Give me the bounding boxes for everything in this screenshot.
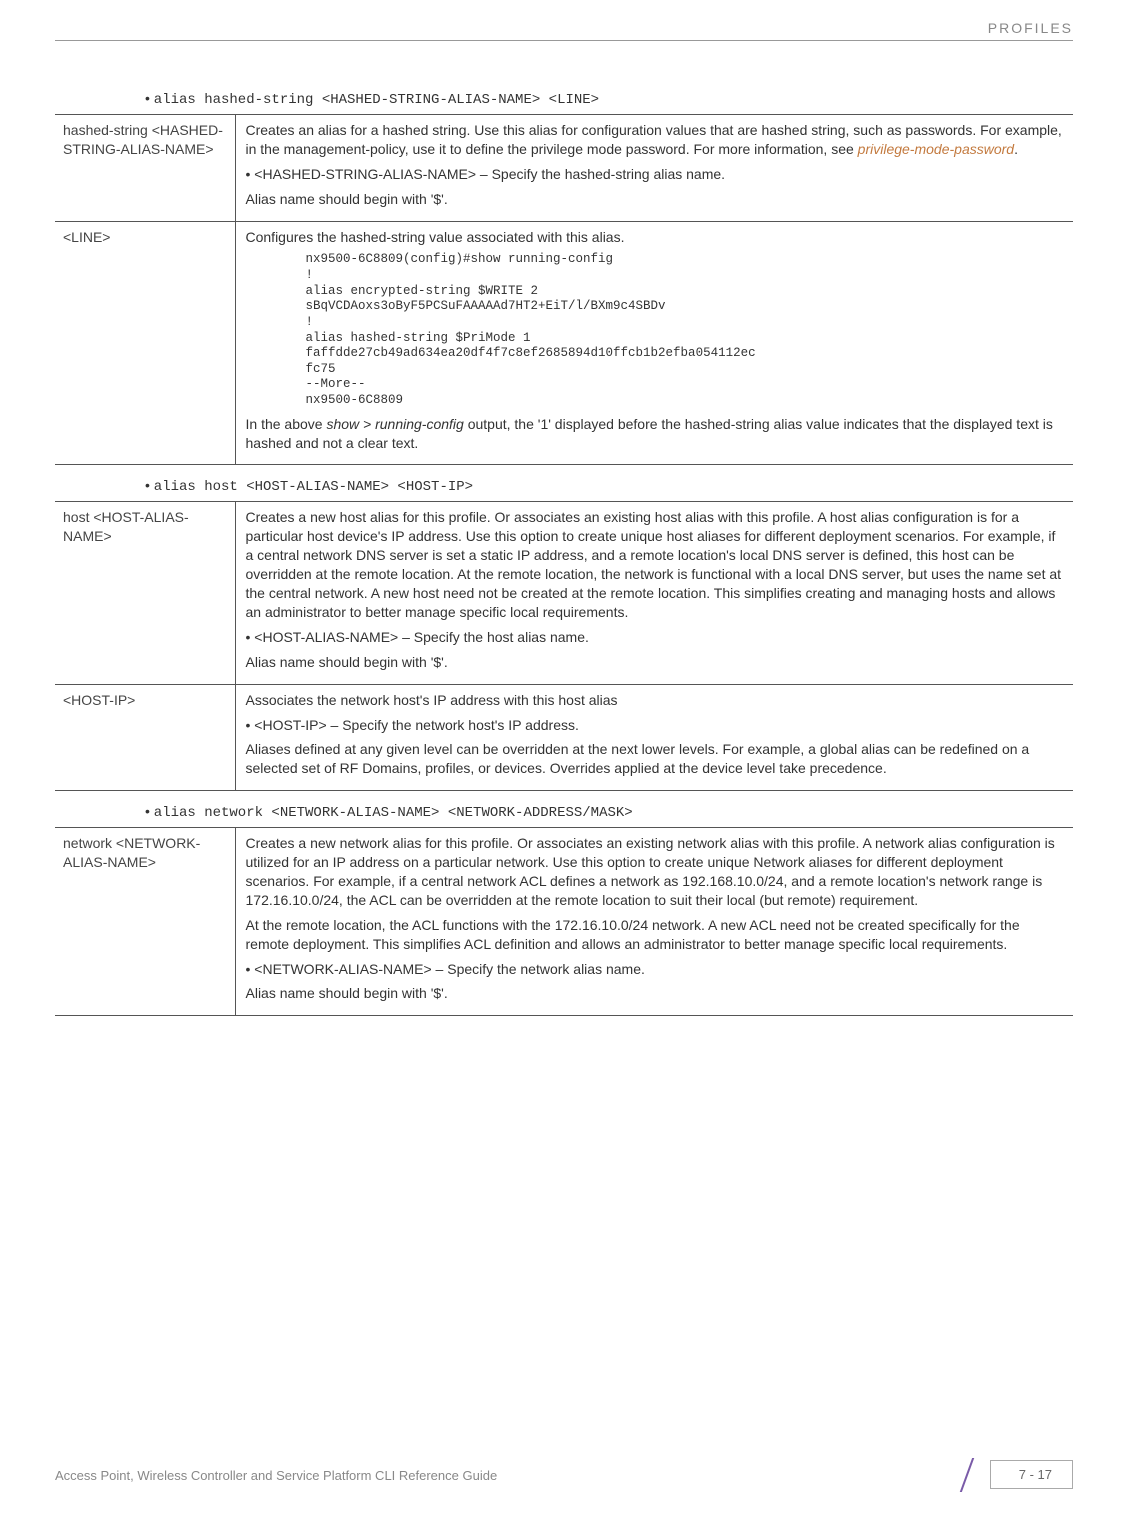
- list-item: <HASHED-STRING-ALIAS-NAME> – Specify the…: [246, 165, 1066, 184]
- table-row: <HOST-IP> Associates the network host's …: [55, 684, 1073, 791]
- desc-text: Alias name should begin with '$'.: [246, 190, 1066, 209]
- list-item: <HOST-IP> – Specify the network host's I…: [246, 716, 1066, 735]
- param-name: <LINE>: [55, 221, 235, 465]
- desc-text: Configures the hashed-string value assoc…: [246, 228, 1066, 247]
- table-host: host <HOST-ALIAS-NAME> Creates a new hos…: [55, 501, 1073, 791]
- footer-title: Access Point, Wireless Controller and Se…: [55, 1468, 497, 1483]
- param-name: network <NETWORK-ALIAS-NAME>: [55, 828, 235, 1016]
- param-desc: Creates an alias for a hashed string. Us…: [235, 115, 1073, 222]
- desc-text: At the remote location, the ACL function…: [246, 916, 1066, 954]
- syntax-bullet-network: alias network <NETWORK-ALIAS-NAME> <NETW…: [145, 803, 1073, 821]
- list-item: <HOST-ALIAS-NAME> – Specify the host ali…: [246, 628, 1066, 647]
- param-desc: Creates a new host alias for this profil…: [235, 502, 1073, 684]
- syntax-bullet-host: alias host <HOST-ALIAS-NAME> <HOST-IP>: [145, 477, 1073, 495]
- param-name: host <HOST-ALIAS-NAME>: [55, 502, 235, 684]
- code-sample: nx9500-6C8809(config)#show running-confi…: [306, 252, 1066, 408]
- table-row: network <NETWORK-ALIAS-NAME> Creates a n…: [55, 828, 1073, 1016]
- table-row: hashed-string <HASHED-STRING-ALIAS-NAME>…: [55, 115, 1073, 222]
- desc-text: In the above: [246, 416, 327, 432]
- desc-text: Aliases defined at any given level can b…: [246, 740, 1066, 778]
- desc-text: .: [1014, 141, 1018, 157]
- command-italic: show > running-config: [326, 416, 463, 432]
- footer-slash-icon: [958, 1458, 978, 1492]
- syntax-bullet-hashed: alias hashed-string <HASHED-STRING-ALIAS…: [145, 90, 1073, 108]
- table-network: network <NETWORK-ALIAS-NAME> Creates a n…: [55, 827, 1073, 1016]
- page-footer: Access Point, Wireless Controller and Se…: [55, 1460, 1073, 1492]
- param-name: hashed-string <HASHED-STRING-ALIAS-NAME>: [55, 115, 235, 222]
- desc-text: Alias name should begin with '$'.: [246, 984, 1066, 1003]
- section-header: PROFILES: [988, 20, 1073, 36]
- desc-text: Associates the network host's IP address…: [246, 691, 1066, 710]
- desc-text: Creates a new network alias for this pro…: [246, 834, 1066, 910]
- link-privilege-mode-password[interactable]: privilege-mode-password: [858, 141, 1014, 157]
- list-item: <NETWORK-ALIAS-NAME> – Specify the netwo…: [246, 960, 1066, 979]
- desc-text: Creates a new host alias for this profil…: [246, 508, 1066, 621]
- param-desc: Creates a new network alias for this pro…: [235, 828, 1073, 1016]
- page-number: 7 - 17: [990, 1460, 1073, 1489]
- table-row: host <HOST-ALIAS-NAME> Creates a new hos…: [55, 502, 1073, 684]
- param-desc: Configures the hashed-string value assoc…: [235, 221, 1073, 465]
- table-row: <LINE> Configures the hashed-string valu…: [55, 221, 1073, 465]
- param-name: <HOST-IP>: [55, 684, 235, 791]
- table-hashed-string: hashed-string <HASHED-STRING-ALIAS-NAME>…: [55, 114, 1073, 465]
- desc-text: Alias name should begin with '$'.: [246, 653, 1066, 672]
- header-rule: [55, 40, 1073, 41]
- page-content: alias hashed-string <HASHED-STRING-ALIAS…: [55, 90, 1073, 1016]
- param-desc: Associates the network host's IP address…: [235, 684, 1073, 791]
